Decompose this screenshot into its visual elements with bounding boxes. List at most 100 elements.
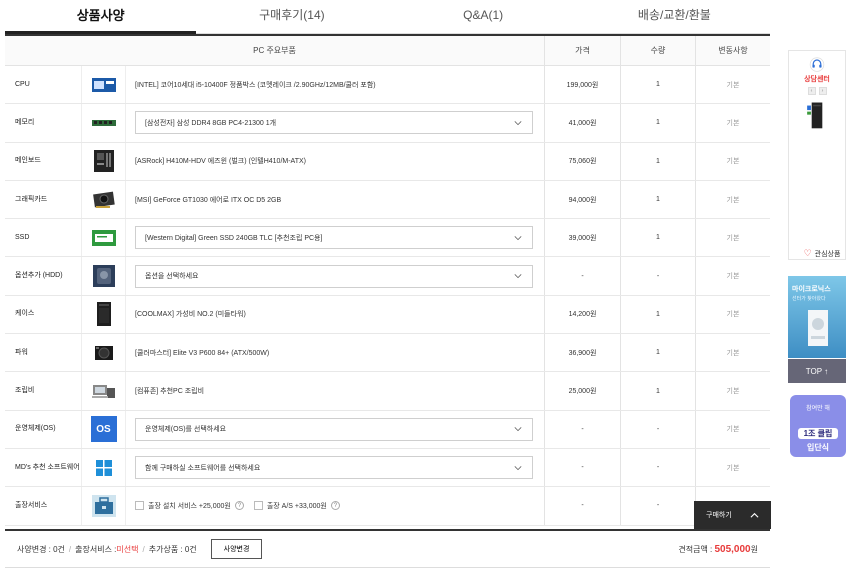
onsite-install-option[interactable]: 출장 설치 서비스 +25,000원 ?: [135, 501, 244, 511]
help-icon[interactable]: ?: [330, 501, 340, 511]
part-change: 기본: [695, 219, 770, 257]
part-name: SSD: [15, 233, 30, 241]
part-price: 75,060원: [544, 142, 620, 180]
part-thumb-cell: [81, 334, 126, 372]
part-price: 36,900원: [544, 334, 620, 372]
ad-subtitle: 선터가 찾아왔다: [792, 296, 826, 302]
part-qty: -: [620, 410, 695, 448]
wishlist-link[interactable]: ♡ 관심상품: [804, 248, 841, 259]
header-qty: 수량: [620, 36, 695, 65]
part-qty: 1: [620, 372, 695, 410]
micronics-ad-banner[interactable]: 마이크로닉스 선터가 찾아왔다: [788, 276, 846, 358]
cs-center-label[interactable]: 상담센터: [804, 74, 830, 84]
hdd-option-select-value: 옵션을 선택하세요: [145, 273, 199, 281]
part-qty: 1: [620, 295, 695, 334]
part-qty: -: [620, 257, 695, 295]
part-desc[interactable]: [MSI] GeForce GT1030 에어로 ITX OC D5 2GB: [126, 181, 544, 218]
tab-shipping[interactable]: 배송/교환/환불: [579, 0, 770, 33]
hdd-option-select[interactable]: 옵션을 선택하세요: [135, 264, 533, 288]
toolbox-icon[interactable]: [91, 493, 117, 519]
part-name: 파워: [15, 348, 28, 356]
part-thumb-cell: [81, 142, 126, 180]
spec-change-button[interactable]: 사양변경: [210, 539, 263, 559]
part-thumb-cell: [81, 487, 126, 525]
help-icon[interactable]: ?: [234, 501, 244, 511]
table-row: 메모리 [삼성전자] 삼성 DDR4 8GB PC4-21300 1개 41,0…: [5, 104, 770, 143]
part-change: 기본: [695, 142, 770, 180]
total-label: 견적금액 :: [678, 544, 715, 554]
os-badge-icon[interactable]: OS: [90, 416, 117, 443]
table-row: 그래픽카드 [MSI] GeForce GT1030 에어로 ITX OC D5…: [5, 180, 770, 220]
event-ad-top: 참여만 해: [806, 406, 830, 412]
part-price: 94,000원: [544, 180, 620, 219]
ssd-select-value: [Western Digital] Green SSD 240GB TLC [추…: [145, 234, 323, 242]
part-name: MD's 추천 소프트웨어: [15, 463, 80, 471]
cpu-box-icon[interactable]: [91, 72, 117, 98]
os-select-value: 운영체제(OS)를 선택하세요: [145, 426, 227, 434]
event-ad-banner[interactable]: 참여만 해 1조 클립 입단식: [790, 395, 846, 457]
part-price: -: [544, 487, 620, 525]
motherboard-icon[interactable]: [91, 148, 117, 174]
part-desc[interactable]: [컴퓨존] 추천PC 조립비: [126, 372, 544, 409]
part-desc[interactable]: [COOLMAX] 가성비 NO.2 (미들타워): [126, 296, 544, 333]
part-thumb-cell: [81, 66, 126, 104]
onsite-install-checkbox[interactable]: [135, 501, 144, 511]
software-select[interactable]: 함께 구매하실 소프트웨어를 선택하세요: [135, 456, 533, 480]
total-amount: 505,000: [714, 543, 751, 555]
tab-spec[interactable]: 상품사양: [5, 0, 197, 34]
part-price: -: [544, 410, 620, 448]
header-change: 변동사항: [695, 36, 770, 65]
recent-product-thumb[interactable]: [802, 101, 832, 130]
onsite-as-checkbox[interactable]: [253, 501, 263, 511]
pc-case-icon[interactable]: [91, 301, 117, 327]
headset-icon[interactable]: [807, 57, 827, 72]
ssd-icon[interactable]: [91, 225, 117, 251]
part-change: 기본: [695, 295, 770, 334]
purchase-toggle-bar[interactable]: 구매하기: [694, 501, 771, 529]
next-arrow-icon[interactable]: ›: [818, 87, 827, 96]
power-supply-icon[interactable]: [91, 340, 117, 366]
memory-select[interactable]: [삼성전자] 삼성 DDR4 8GB PC4-21300 1개: [135, 111, 533, 135]
part-price: 199,000원: [544, 66, 620, 104]
ram-stick-icon[interactable]: [91, 110, 117, 136]
os-select[interactable]: 운영체제(OS)를 선택하세요: [135, 417, 533, 441]
graphics-card-icon[interactable]: [91, 187, 117, 213]
ad-title: 마이크로닉스: [792, 286, 831, 293]
part-thumb-cell: [81, 448, 126, 487]
event-ad-bottom: 입단식: [806, 443, 830, 452]
part-name: 출장서비스: [15, 501, 48, 509]
part-name: 운영체제(OS): [15, 425, 56, 433]
part-desc-cell: 운영체제(OS)를 선택하세요: [126, 411, 544, 448]
part-change: 기본: [695, 104, 770, 142]
part-change: 기본: [695, 334, 770, 372]
service-label: 출장서비스 :: [75, 544, 117, 554]
memory-select-value: [삼성전자] 삼성 DDR4 8GB PC4-21300 1개: [145, 119, 277, 127]
chevron-up-icon: [750, 512, 759, 518]
pc-case-icon: [808, 310, 828, 346]
tab-reviews[interactable]: 구매후기(14): [196, 0, 387, 33]
assembly-service-icon[interactable]: [91, 378, 117, 404]
part-change: 기본: [695, 410, 770, 448]
hdd-icon[interactable]: [91, 263, 117, 289]
table-row: 메인보드 [ASRock] H410M-HDV 에즈윈 (벌크) (인텔H410…: [5, 142, 770, 181]
scroll-top-button[interactable]: TOP ↑: [788, 359, 846, 383]
windows-logo-icon[interactable]: [91, 455, 117, 481]
onsite-as-option[interactable]: 출장 A/S +33,000원 ?: [253, 501, 340, 511]
part-price: 14,200원: [544, 295, 620, 334]
prev-arrow-icon[interactable]: ‹: [807, 87, 816, 96]
part-change: 기본: [695, 372, 770, 410]
part-desc-cell: [삼성전자] 삼성 DDR4 8GB PC4-21300 1개: [126, 104, 544, 141]
table-row: 옵션추가 (HDD) 옵션을 선택하세요 - - 기본: [5, 257, 770, 296]
part-desc[interactable]: [ASRock] H410M-HDV 에즈윈 (벌크) (인텔H410/M-AT…: [126, 143, 544, 180]
tab-qna[interactable]: Q&A(1): [388, 0, 579, 33]
part-price: -: [544, 257, 620, 295]
part-thumb-cell: [81, 219, 126, 257]
software-select-value: 함께 구매하실 소프트웨어를 선택하세요: [145, 464, 261, 472]
table-row: 운영체제(OS) OS 운영체제(OS)를 선택하세요 - - 기본: [5, 410, 770, 449]
part-qty: 1: [620, 66, 695, 104]
ssd-select[interactable]: [Western Digital] Green SSD 240GB TLC [추…: [135, 226, 533, 250]
part-desc[interactable]: [쿨러마스터] Elite V3 P600 84+ (ATX/500W): [126, 334, 544, 371]
part-qty: 1: [620, 104, 695, 142]
part-desc[interactable]: [INTEL] 코어10세대 i5-10400F 정품박스 (코멧레이크 /2.…: [126, 66, 544, 103]
wishlist-label: 관심상품: [814, 250, 841, 258]
